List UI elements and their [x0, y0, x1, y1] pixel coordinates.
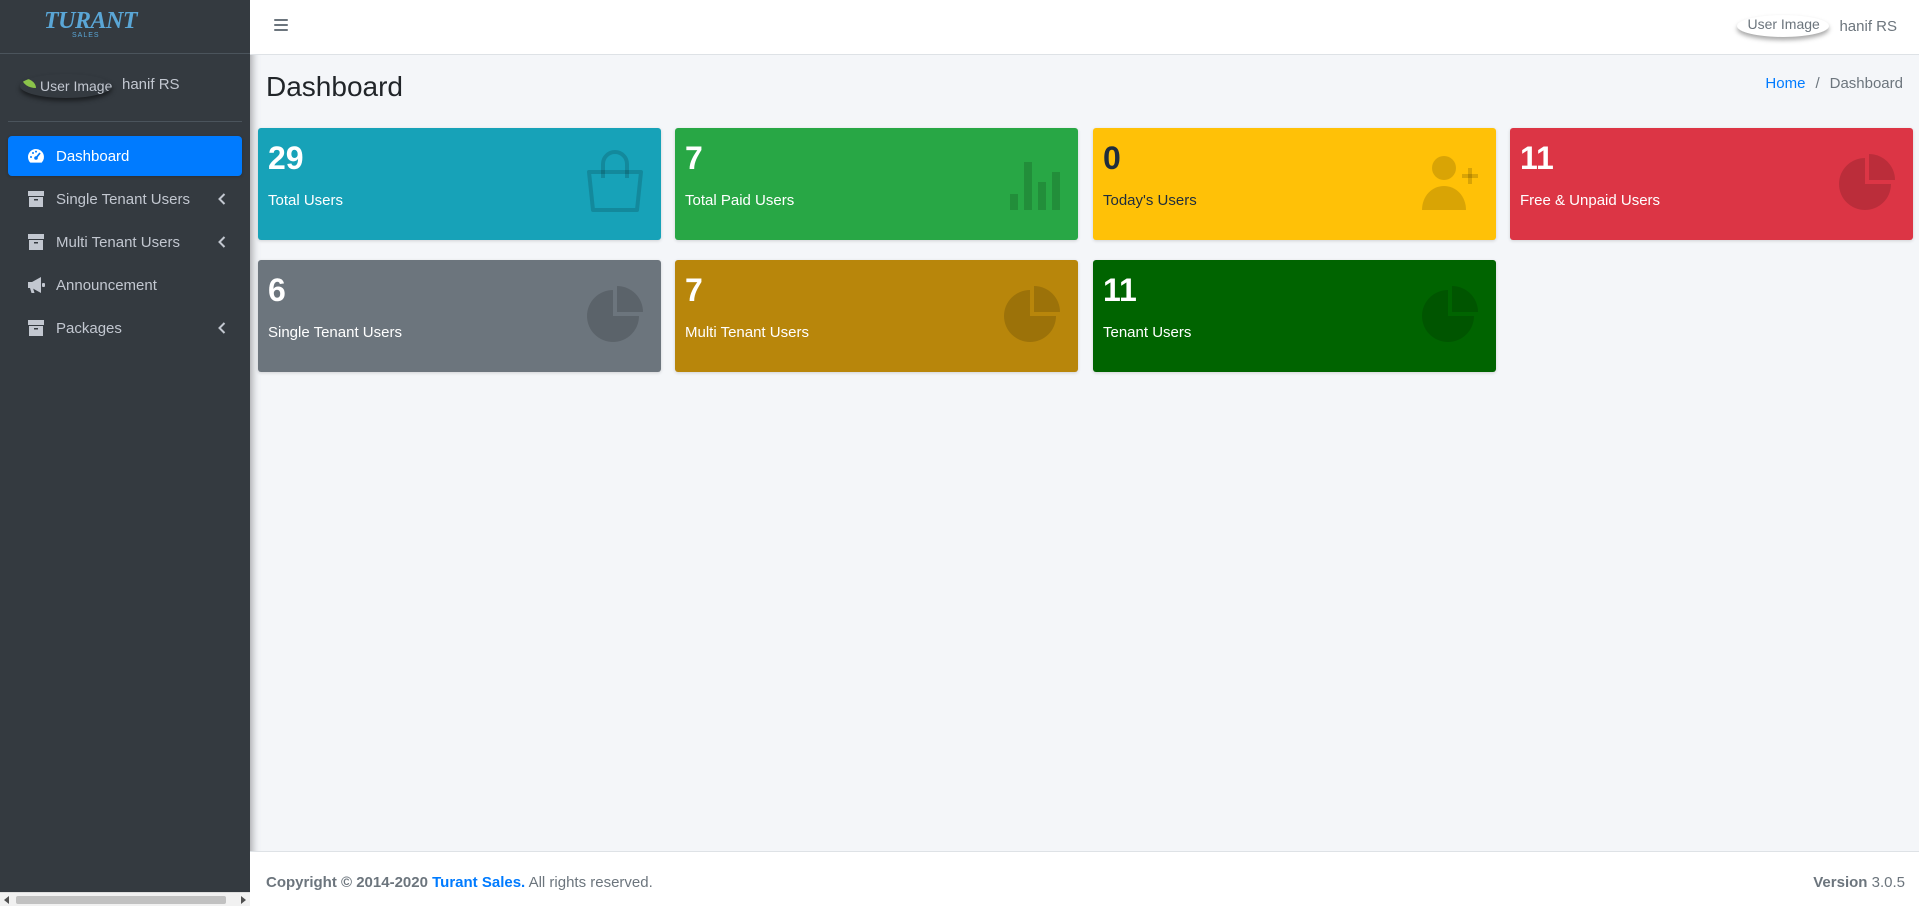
sidebar-item-multi-tenant-users[interactable]: Multi Tenant Users: [8, 222, 242, 262]
sidebar-item-announcement[interactable]: Announcement: [8, 265, 242, 305]
stat-label: Free & Unpaid Users: [1520, 192, 1661, 209]
box-icon: [28, 191, 44, 207]
version-info: Version 3.0.5: [1813, 874, 1905, 891]
main-footer: Copyright © 2014-2020 Turant Sales. All …: [250, 851, 1919, 906]
stat-label: Tenant Users: [1103, 324, 1192, 341]
avatar-alt-text: User Image: [40, 78, 112, 94]
stat-box-single-tenant-users[interactable]: 6 Single Tenant Users: [258, 260, 661, 372]
copyright-prefix: Copyright © 2014-2020: [266, 874, 428, 891]
header-user-name[interactable]: hanif RS: [1839, 18, 1897, 35]
brand-link[interactable]: TURANT SALES: [0, 0, 250, 54]
sidebar-item-label: Dashboard: [56, 147, 130, 165]
sidebar-item-label: Multi Tenant Users: [56, 233, 180, 251]
scroll-right-arrow-icon[interactable]: [241, 896, 246, 904]
pie-chart-icon: [1004, 286, 1060, 342]
version-label: Version: [1813, 874, 1868, 891]
sidebar-nav: Dashboard Single Tenant Users Multi Tena…: [0, 122, 250, 348]
main-sidebar: TURANT SALES User Image hanif RS Dashboa…: [0, 0, 250, 906]
chevron-left-icon: [218, 193, 226, 205]
stat-label: Today's Users: [1103, 192, 1197, 209]
stat-label: Single Tenant Users: [268, 324, 402, 341]
sidebar-item-dashboard[interactable]: Dashboard: [8, 136, 242, 176]
stat-label: Total Paid Users: [685, 192, 795, 209]
sidebar-item-packages[interactable]: Packages: [8, 308, 242, 348]
stat-value: 7: [685, 140, 703, 176]
pie-chart-icon: [1839, 154, 1895, 210]
bullhorn-icon: [28, 277, 45, 293]
stat-box-total-paid-users[interactable]: 7 Total Paid Users: [675, 128, 1078, 240]
sidebar-horizontal-scrollbar[interactable]: [0, 892, 250, 906]
stat-value: 7: [685, 272, 703, 308]
pie-chart-icon: [1422, 286, 1478, 342]
breadcrumb: Home / Dashboard: [1765, 75, 1903, 92]
stat-value: 0: [1103, 140, 1121, 176]
breadcrumb-separator: /: [1815, 75, 1820, 92]
stat-box-todays-users[interactable]: 0 Today's Users: [1093, 128, 1496, 240]
sidebar-item-single-tenant-users[interactable]: Single Tenant Users: [8, 179, 242, 219]
top-navbar: User Image hanif RS: [250, 0, 1919, 55]
breadcrumb-current: Dashboard: [1829, 75, 1903, 92]
chevron-left-icon: [218, 236, 226, 248]
brand-logo-subtext: SALES: [72, 32, 100, 39]
copyright-text: Copyright © 2014-2020 Turant Sales. All …: [266, 874, 653, 891]
sidebar-item-label: Single Tenant Users: [56, 190, 190, 208]
stat-value: 11: [1103, 272, 1137, 308]
breadcrumb-home-link[interactable]: Home: [1765, 75, 1805, 92]
sidebar-item-label: Packages: [56, 319, 122, 337]
user-plus-icon: [1422, 156, 1478, 210]
stat-value: 29: [268, 140, 304, 176]
version-number: 3.0.5: [1871, 874, 1905, 891]
chevron-left-icon: [218, 322, 226, 334]
header-avatar[interactable]: User Image: [1737, 15, 1829, 37]
shopping-bag-icon: [587, 150, 643, 212]
tachometer-icon: [28, 149, 44, 163]
stat-label: Total Users: [268, 192, 344, 209]
bar-chart-icon: [1010, 162, 1060, 210]
box-icon: [28, 234, 44, 250]
user-name-link[interactable]: hanif RS: [122, 76, 180, 93]
hamburger-icon[interactable]: [274, 19, 288, 31]
pie-chart-icon: [587, 286, 643, 342]
box-icon: [28, 320, 44, 336]
page-title: Dashboard: [266, 71, 403, 102]
stat-value: 6: [268, 272, 286, 308]
user-menu[interactable]: User Image hanif RS: [1737, 15, 1897, 37]
broken-image-icon: [22, 78, 36, 88]
stat-box-total-users[interactable]: 29 Total Users: [258, 128, 661, 240]
company-link[interactable]: Turant Sales.: [432, 874, 525, 891]
stat-box-multi-tenant-users[interactable]: 7 Multi Tenant Users: [675, 260, 1078, 372]
avatar[interactable]: User Image: [20, 74, 112, 98]
stat-label: Multi Tenant Users: [685, 324, 809, 341]
user-panel: User Image hanif RS: [8, 54, 242, 122]
scrollbar-thumb[interactable]: [16, 896, 226, 904]
brand-logo-text: TURANT: [44, 8, 138, 34]
stat-box-free-unpaid-users[interactable]: 11 Free & Unpaid Users: [1510, 128, 1913, 240]
scroll-left-arrow-icon[interactable]: [4, 896, 9, 904]
content-header: Dashboard Home / Dashboard: [250, 55, 1919, 115]
rights-text: All rights reserved.: [528, 874, 653, 891]
stat-value: 11: [1520, 140, 1554, 176]
sidebar-item-label: Announcement: [56, 276, 157, 294]
stat-box-tenant-users[interactable]: 11 Tenant Users: [1093, 260, 1496, 372]
